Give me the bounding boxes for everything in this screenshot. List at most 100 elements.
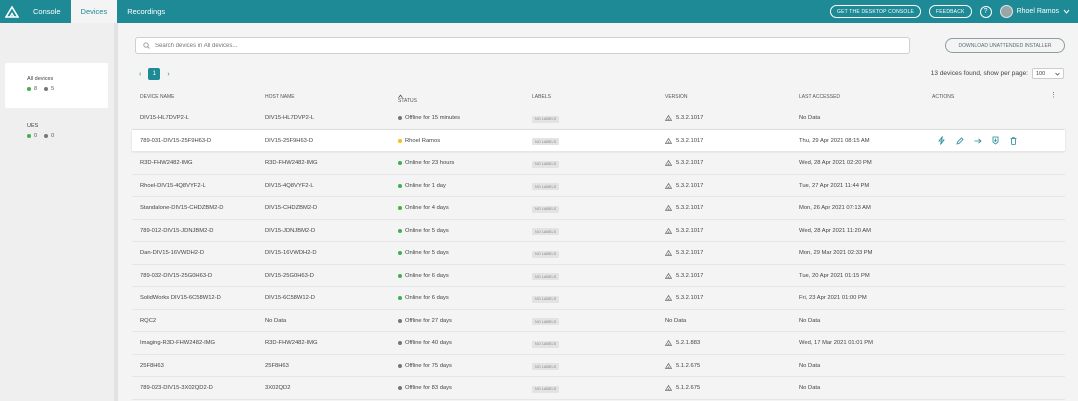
download-installer-button[interactable]: DOWNLOAD UNATTENDED INSTALLER	[945, 38, 1065, 53]
header-version[interactable]: VERSION	[665, 94, 688, 100]
last-accessed-cell: Mon, 29 Mar 2021 02:33 PM	[799, 250, 873, 256]
header-status[interactable]: STATUS	[398, 94, 417, 104]
edit-button[interactable]	[955, 136, 964, 146]
header-labels[interactable]: LABELS	[532, 94, 551, 100]
host-name-cell: DIV15-4Q8VYF2-L	[265, 182, 314, 189]
table-row[interactable]: 25F8H63 25F8H63 Offline for 75 days NO LABE…	[132, 355, 1065, 377]
table-row[interactable]: 789-012-DIV15-JDNJBM2-D DIV15-JDNJBM2-D On…	[132, 220, 1065, 242]
version-text: 5.1.2.675	[676, 362, 701, 369]
table-row[interactable]: RQC2 No Data Offline for 27 days NO LABELS N…	[132, 310, 1065, 332]
user-menu[interactable]: Rhoel Ramos	[999, 5, 1070, 18]
last-accessed-cell: Fri, 23 Apr 2021 01:00 PM	[799, 295, 867, 301]
table-row[interactable]: 789-032-DIV15-25G0H63-D DIV15-25G0H63-D On…	[132, 265, 1065, 287]
table-row[interactable]: DIV15-HL7DVP2-L DIV15-HL7DVP2-L Offline fo…	[132, 107, 1065, 130]
delete-button[interactable]	[1009, 136, 1018, 146]
device-name-cell: 789-023-DIV15-3X02QD2-D	[140, 385, 213, 391]
version-cell: 5.3.2.1017	[665, 295, 703, 301]
feedback-button[interactable]: FEEDBACK	[929, 5, 972, 18]
label-badge: NO LABELS	[532, 273, 560, 280]
header-host-name[interactable]: HOST NAME	[265, 94, 295, 100]
sidebar-group-ues[interactable]: UES 0 0	[5, 110, 108, 140]
status-cell: Offline for 15 minutes	[398, 115, 460, 121]
help-icon[interactable]: ?	[979, 5, 992, 18]
online-dot-icon	[27, 134, 31, 138]
offline-count: 0	[44, 133, 54, 139]
status-dot-icon	[398, 116, 402, 120]
tab-devices[interactable]: Devices	[70, 0, 118, 23]
table-row[interactable]: Dan-DIV15-16VWDH2-D DIV15-16VWDH2-D Online…	[132, 242, 1065, 265]
move-button[interactable]	[973, 136, 982, 146]
status-cell: Online for 4 days	[398, 205, 449, 211]
table-header: DEVICE NAME HOST NAME STATUS LABELS VERS…	[140, 90, 1060, 104]
app-logo[interactable]	[0, 0, 23, 23]
next-page-button[interactable]: ›	[167, 71, 169, 78]
label-badge: NO LABELS	[532, 363, 560, 370]
label-badge: NO LABELS	[532, 340, 560, 348]
app-version-icon	[665, 160, 672, 166]
install-icon	[992, 136, 999, 145]
search-input[interactable]	[155, 42, 855, 49]
table-row[interactable]: Imaging-R3D-FHW2482-IMG R3D-FHW2482-IMG Of…	[132, 332, 1065, 355]
header-status-label: STATUS	[398, 98, 417, 104]
status-cell: Online for 23 hours	[398, 160, 454, 166]
status-dot-icon	[398, 318, 402, 323]
app-version-icon	[665, 250, 672, 256]
host-name-cell: R3D-FHW2482-IMG	[265, 160, 318, 166]
sidebar-group-all-devices[interactable]: All devices 8 5	[5, 63, 108, 108]
header-last-accessed[interactable]: LAST ACCESSED	[799, 94, 840, 100]
host-name-cell: No Data	[265, 317, 287, 324]
offline-dot-icon	[44, 87, 49, 91]
table-row[interactable]: R3D-FHW2482-IMG R3D-FHW2482-IMG Online for…	[132, 152, 1065, 175]
logo-icon	[4, 5, 19, 18]
host-name-cell: 3X02QD2	[265, 385, 291, 391]
version-cell: 5.3.2.1017	[665, 272, 703, 279]
header-device-name[interactable]: DEVICE NAME	[140, 94, 174, 100]
get-desktop-console-button[interactable]: GET THE DESKTOP CONSOLE	[829, 5, 922, 18]
device-name-cell: DIV15-HL7DVP2-L	[140, 115, 189, 121]
connect-button[interactable]	[937, 136, 946, 146]
version-cell: 5.3.2.1017	[665, 250, 703, 256]
table-row[interactable]: Rhoel-DIV15-4Q8VYF2-L DIV15-4Q8VYF2-L Onli…	[132, 175, 1065, 197]
status-cell: Rhoel Ramos	[398, 138, 440, 144]
version-cell: No Data	[665, 317, 687, 324]
table-row[interactable]: 789-031-DIV15-25F9H63-D DIV15-25F9H63-D Rh…	[132, 129, 1065, 152]
host-name-cell: DIV15-6C58W12-D	[265, 295, 315, 301]
label-badge: NO LABELS	[532, 228, 560, 235]
chevron-down-icon	[1055, 72, 1060, 76]
header-actions: ACTIONS	[932, 94, 955, 100]
last-accessed-cell: Thu, 29 Apr 2021 08:15 AM	[799, 137, 870, 144]
column-menu-icon[interactable]: ⋮	[1050, 91, 1057, 99]
table-row[interactable]: Standalone-DIV15-CHDZBM2-D DIV15-CHDZBM2-…	[132, 197, 1065, 220]
app-version-icon	[665, 137, 672, 144]
table-row[interactable]: SolidWorks DIV15-6C58W12-D DIV15-6C58W12-…	[132, 287, 1065, 310]
group-name: All devices	[27, 76, 54, 82]
last-accessed-cell: Wed, 17 Mar 2021 01:01 PM	[799, 340, 874, 346]
status-text: Offline for 27 days	[405, 317, 452, 324]
status-text: Offline for 75 days	[405, 362, 452, 369]
status-text: Online for 6 days	[405, 272, 449, 279]
version-text: 5.3.2.1017	[676, 182, 704, 189]
last-accessed-cell: Mon, 26 Apr 2021 07:13 AM	[799, 205, 871, 211]
device-name-cell: 789-031-DIV15-25F9H63-D	[140, 137, 212, 144]
host-name-cell: DIV15-CHDZBM2-D	[265, 205, 318, 211]
results-count-text: 13 devices found, show per page:	[930, 70, 1028, 77]
app-version-icon	[665, 272, 672, 279]
version-cell: 5.3.2.1017	[665, 182, 704, 189]
per-page-select[interactable]: 100	[1032, 68, 1064, 79]
tab-console[interactable]: Console	[23, 0, 71, 23]
status-text: Offline for 15 minutes	[405, 115, 460, 121]
table-row[interactable]: 789-023-DIV15-3X02QD2-D 3X02QD2 Offline fo…	[132, 377, 1065, 400]
prev-page-button[interactable]: ‹	[139, 71, 141, 78]
install-button[interactable]	[991, 136, 1000, 146]
status-text: Online for 1 day	[405, 182, 446, 189]
status-dot-icon	[398, 363, 402, 368]
version-text: 5.3.2.1017	[676, 205, 704, 211]
label-badge: NO LABELS	[532, 385, 560, 393]
app-version-icon	[665, 385, 672, 391]
version-text: 5.3.2.1017	[676, 295, 704, 301]
page-1-button[interactable]: 1	[148, 68, 161, 80]
status-dot-icon	[398, 296, 402, 300]
search-box[interactable]	[135, 37, 910, 54]
tab-recordings[interactable]: Recordings	[117, 0, 175, 23]
offline-count: 5	[44, 86, 54, 92]
